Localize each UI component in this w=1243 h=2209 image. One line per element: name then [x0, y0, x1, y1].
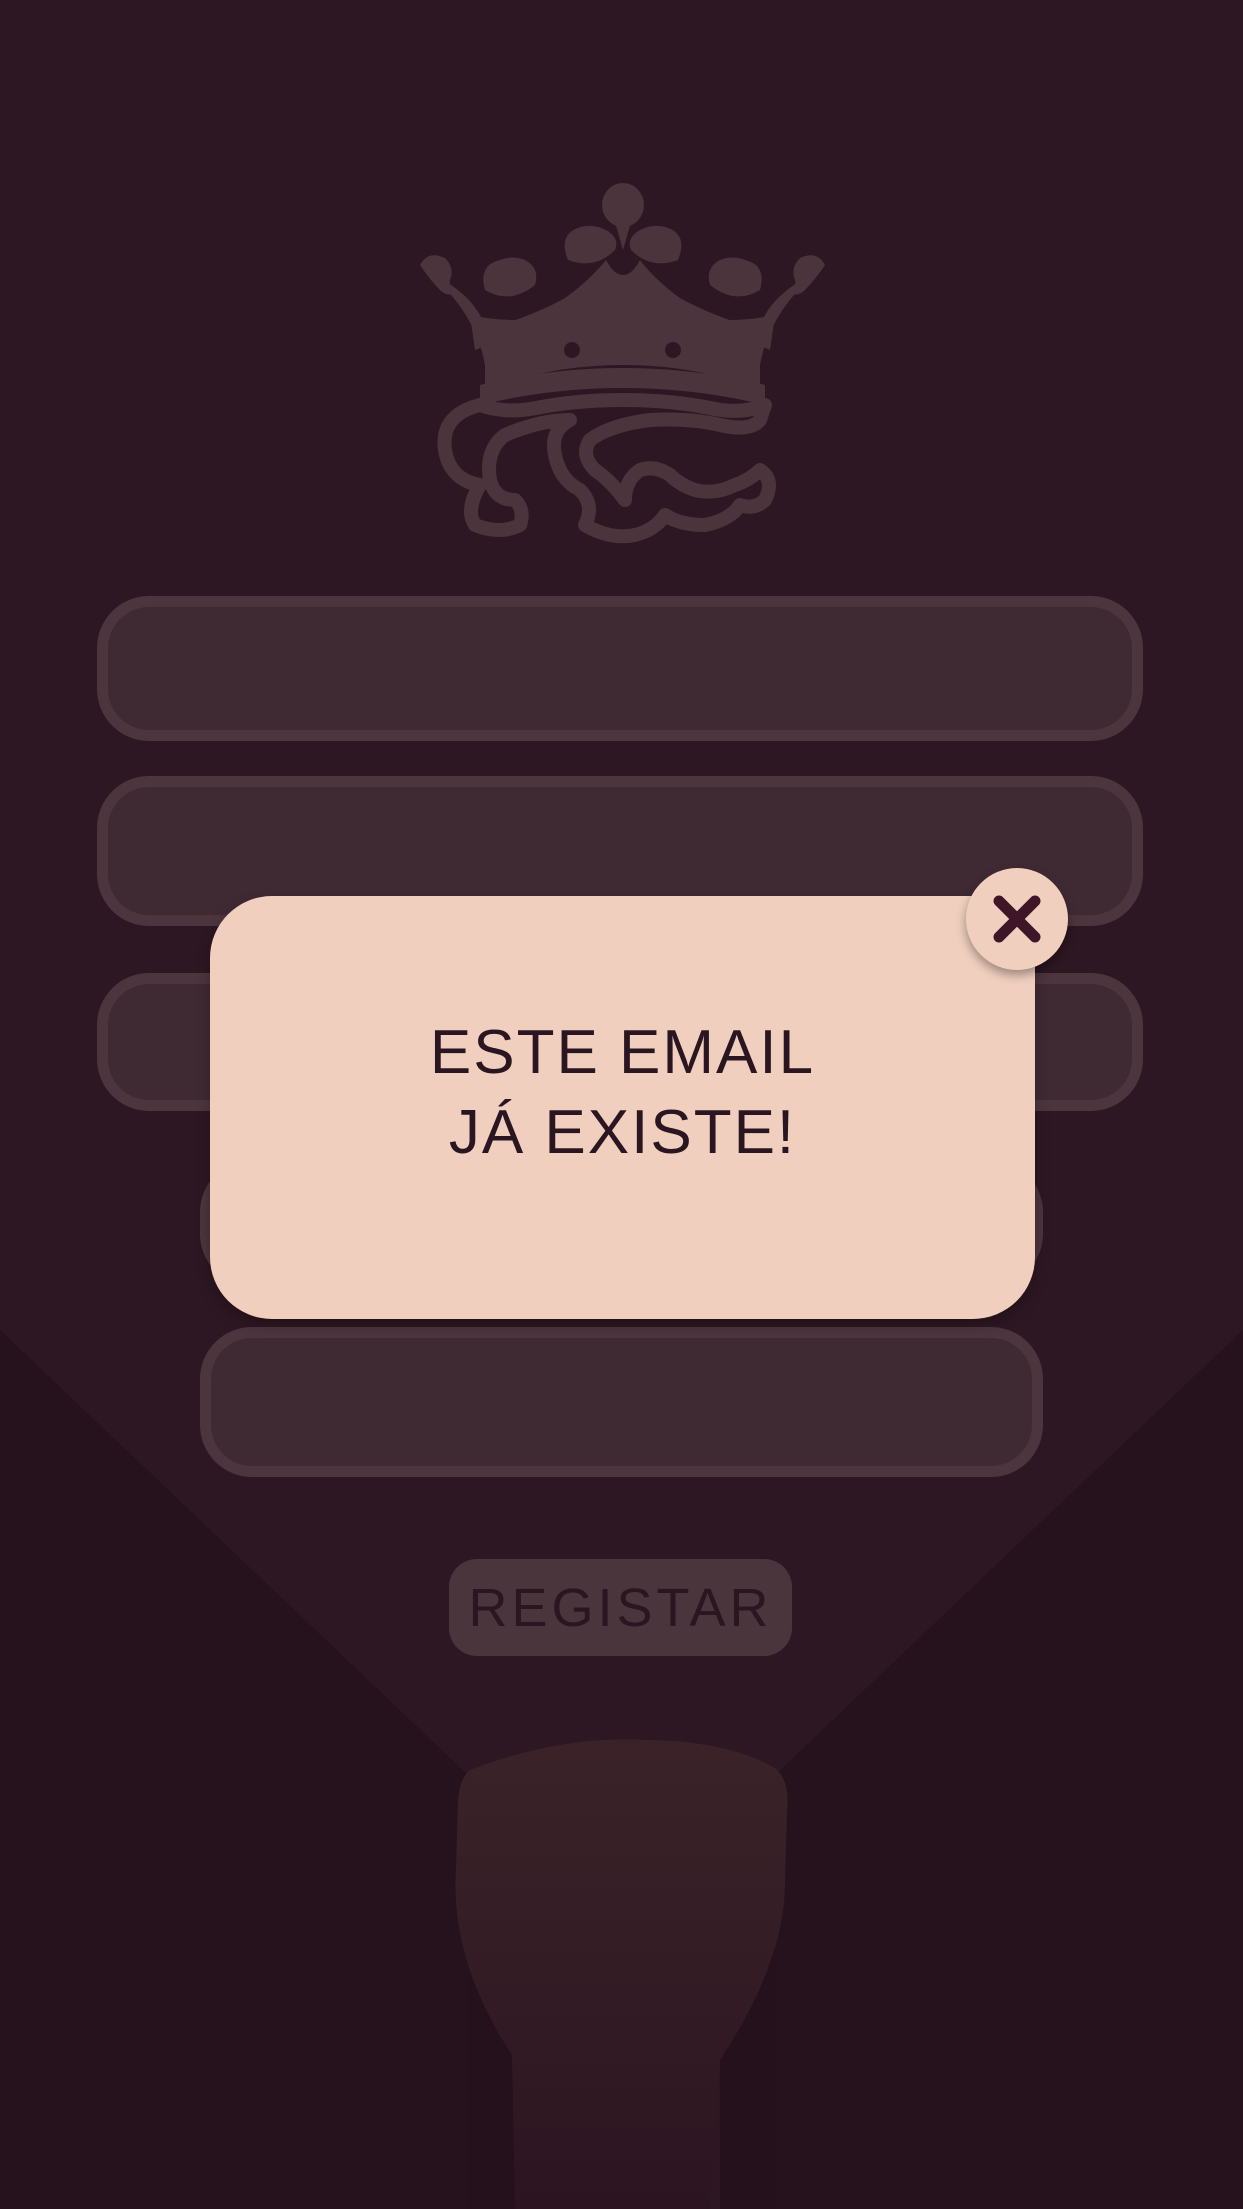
register-screen: REGISTAR ESTE EMAIL JÁ EXISTE! [0, 0, 1243, 2209]
register-button[interactable]: REGISTAR [449, 1559, 792, 1656]
confirm-password-input[interactable] [211, 1338, 1032, 1466]
name-field[interactable] [97, 596, 1143, 741]
error-message-line-2: JÁ EXISTE! [448, 1097, 797, 1167]
close-button[interactable] [966, 868, 1068, 970]
close-icon [993, 895, 1041, 943]
crown-logo [420, 183, 825, 544]
error-message-line-1: ESTE EMAIL [429, 1017, 816, 1087]
confirm-password-field[interactable] [200, 1327, 1043, 1477]
error-message: ESTE EMAIL JÁ EXISTE! [430, 1013, 815, 1173]
error-modal: ESTE EMAIL JÁ EXISTE! [210, 896, 1035, 1319]
name-input[interactable] [108, 607, 1132, 730]
